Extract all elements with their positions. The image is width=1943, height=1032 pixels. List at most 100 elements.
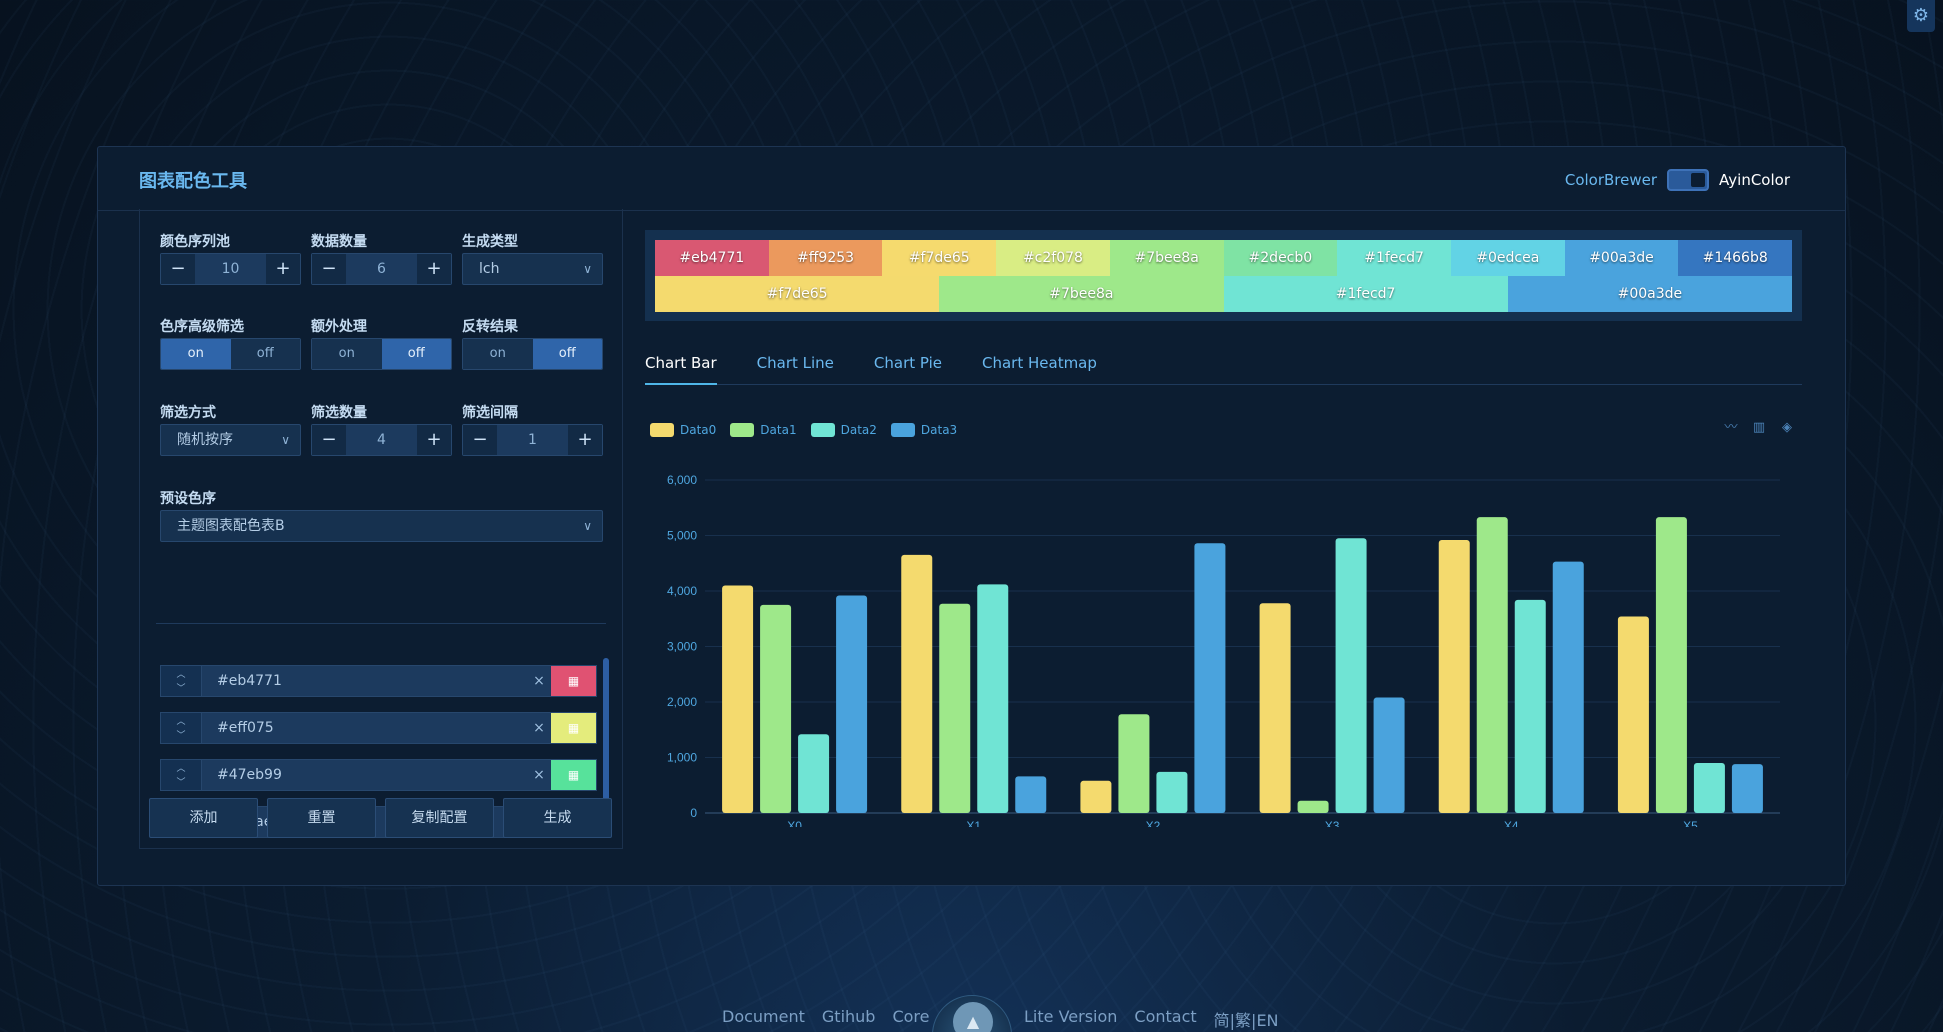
remove-icon[interactable]: × xyxy=(527,713,551,743)
chevron-down-icon: ∨ xyxy=(583,262,592,276)
mode-label-ayincolor[interactable]: AyinColor xyxy=(1719,171,1790,189)
footer-link[interactable]: Lite Version xyxy=(1024,1007,1117,1031)
plus-button[interactable]: + xyxy=(568,425,602,455)
minus-button[interactable]: − xyxy=(161,254,195,284)
settings-panel: 颜色序列池 − 10 + 数据数量 − 6 + 生成类型 lch ∨ 色序高级筛… xyxy=(139,209,623,849)
footer-link[interactable]: Document xyxy=(722,1007,805,1026)
gear-icon[interactable]: ⚙ xyxy=(1907,0,1935,32)
legend-item[interactable]: Data2 xyxy=(810,423,877,437)
palette-row-selected: #f7de65 #7bee8a #1fecd7 #00a3de xyxy=(655,276,1792,312)
gen-type-select[interactable]: lch ∨ xyxy=(462,253,603,285)
panel-header: 图表配色工具 ColorBrewer AyinColor xyxy=(98,147,1845,211)
copy-config-button[interactable]: 复制配置 xyxy=(385,798,494,838)
seg-on[interactable]: on xyxy=(312,339,382,369)
palette-swatch[interactable]: #eb4771 xyxy=(655,240,769,276)
palette-swatch[interactable]: #2decb0 xyxy=(1223,240,1338,276)
remove-icon[interactable]: × xyxy=(527,666,551,696)
palette-swatch[interactable]: #7bee8a xyxy=(1109,240,1224,276)
tab-chart-pie[interactable]: Chart Pie xyxy=(874,351,942,385)
seg-on[interactable]: on xyxy=(463,339,533,369)
legend-swatch xyxy=(650,423,674,437)
tab-chart-line[interactable]: Chart Line xyxy=(757,351,834,385)
seg-on[interactable]: on xyxy=(161,339,231,369)
stepper-value[interactable]: 6 xyxy=(346,254,417,284)
palette-swatch[interactable]: #00a3de xyxy=(1564,240,1679,276)
reorder-arrows-icon[interactable]: ︿﹀ xyxy=(161,713,202,743)
color-swatch-button[interactable]: ▦ xyxy=(551,666,596,696)
bar-chart-icon[interactable]: ▥ xyxy=(1751,420,1767,436)
color-hex-input[interactable]: #eff075 xyxy=(202,713,527,743)
data-count-stepper: − 6 + xyxy=(311,253,452,285)
field-data-count: 数据数量 − 6 + xyxy=(311,231,452,285)
bar-data3-x5 xyxy=(1731,764,1763,813)
palette-swatch[interactable]: #1fecd7 xyxy=(1223,276,1508,312)
field-filter-mode: 筛选方式 随机按序 ∨ xyxy=(160,402,301,456)
stepper-value[interactable]: 1 xyxy=(497,425,568,455)
filter-mode-select[interactable]: 随机按序 ∨ xyxy=(160,424,301,456)
y-tick-label: 0 xyxy=(690,806,697,820)
palette-swatch[interactable]: #00a3de xyxy=(1507,276,1792,312)
seg-off[interactable]: off xyxy=(381,339,451,369)
tab-chart-bar[interactable]: Chart Bar xyxy=(645,351,717,385)
seg-off[interactable]: off xyxy=(532,339,602,369)
reorder-arrows-icon[interactable]: ︿﹀ xyxy=(161,666,202,696)
bar-data1-x1 xyxy=(939,603,971,813)
color-hex-input[interactable]: #47eb99 xyxy=(202,760,527,790)
palette-swatch[interactable]: #c2f078 xyxy=(996,240,1110,276)
advanced-filter-toggle: on off xyxy=(160,338,301,370)
color-hex-input[interactable]: #eb4771 xyxy=(202,666,527,696)
stack-icon[interactable]: ◈ xyxy=(1779,420,1795,436)
tab-chart-heatmap[interactable]: Chart Heatmap xyxy=(982,351,1097,385)
bar-data1-x4 xyxy=(1476,517,1508,813)
stepper-value[interactable]: 4 xyxy=(346,425,417,455)
palette-swatch[interactable]: #f7de65 xyxy=(882,240,997,276)
bar-data2-x2 xyxy=(1156,771,1188,813)
legend-item[interactable]: Data0 xyxy=(650,423,716,437)
minus-button[interactable]: − xyxy=(463,425,497,455)
palette-swatch[interactable]: #7bee8a xyxy=(939,276,1224,312)
add-button[interactable]: 添加 xyxy=(149,798,258,838)
palette-swatch[interactable]: #1466b8 xyxy=(1678,240,1793,276)
plus-button[interactable]: + xyxy=(417,254,451,284)
reorder-arrows-icon[interactable]: ︿﹀ xyxy=(161,760,202,790)
legend-label: Data0 xyxy=(680,423,717,437)
chart-legend: Data0 Data1 Data2 Data3 xyxy=(650,423,957,437)
field-label: 数据数量 xyxy=(311,234,367,250)
y-tick-label: 2,000 xyxy=(667,695,697,709)
plus-button[interactable]: + xyxy=(266,254,300,284)
home-button[interactable]: ▲ xyxy=(932,995,1012,1032)
chevron-down-icon: ∨ xyxy=(281,433,290,447)
minus-button[interactable]: − xyxy=(312,425,346,455)
preset-select[interactable]: 主题图表配色表B ∨ xyxy=(160,510,603,542)
mode-switch: ColorBrewer AyinColor xyxy=(1565,169,1790,191)
stepper-value[interactable]: 10 xyxy=(195,254,266,284)
legend-item[interactable]: Data1 xyxy=(730,423,797,437)
bar-data2-x4 xyxy=(1514,599,1546,813)
footer-link[interactable]: Core xyxy=(892,1007,929,1026)
plus-button[interactable]: + xyxy=(417,425,451,455)
footer-link[interactable]: Gtihub xyxy=(822,1007,876,1026)
mode-toggle[interactable] xyxy=(1667,169,1710,191)
seg-off[interactable]: off xyxy=(230,339,300,369)
line-chart-icon[interactable]: 〰 xyxy=(1723,420,1739,436)
palette-swatch[interactable]: #0edcea xyxy=(1450,240,1565,276)
legend-item[interactable]: Data3 xyxy=(890,423,957,437)
palette-swatch[interactable]: #f7de65 xyxy=(655,276,940,312)
footer-link[interactable]: Contact xyxy=(1134,1007,1196,1031)
color-swatch-button[interactable]: ▦ xyxy=(551,760,596,790)
color-swatch-button[interactable]: ▦ xyxy=(551,713,596,743)
minus-button[interactable]: − xyxy=(312,254,346,284)
scrollbar[interactable] xyxy=(603,658,609,813)
footer-link[interactable]: 简|繁|EN xyxy=(1214,1007,1279,1031)
reset-button[interactable]: 重置 xyxy=(267,798,376,838)
y-tick-label: 1,000 xyxy=(667,751,697,765)
mode-label-colorbrewer[interactable]: ColorBrewer xyxy=(1565,171,1657,189)
palette-swatch[interactable]: #ff9253 xyxy=(768,240,883,276)
generate-button[interactable]: 生成 xyxy=(503,798,612,838)
main-panel: 图表配色工具 ColorBrewer AyinColor 颜色序列池 − 10 … xyxy=(97,146,1846,886)
bar-data1-x0 xyxy=(760,604,792,813)
field-preset: 预设色序 主题图表配色表B ∨ xyxy=(160,488,603,542)
palette-swatch[interactable]: #1fecd7 xyxy=(1337,240,1451,276)
bar-data0-x1 xyxy=(901,554,933,813)
remove-icon[interactable]: × xyxy=(527,760,551,790)
